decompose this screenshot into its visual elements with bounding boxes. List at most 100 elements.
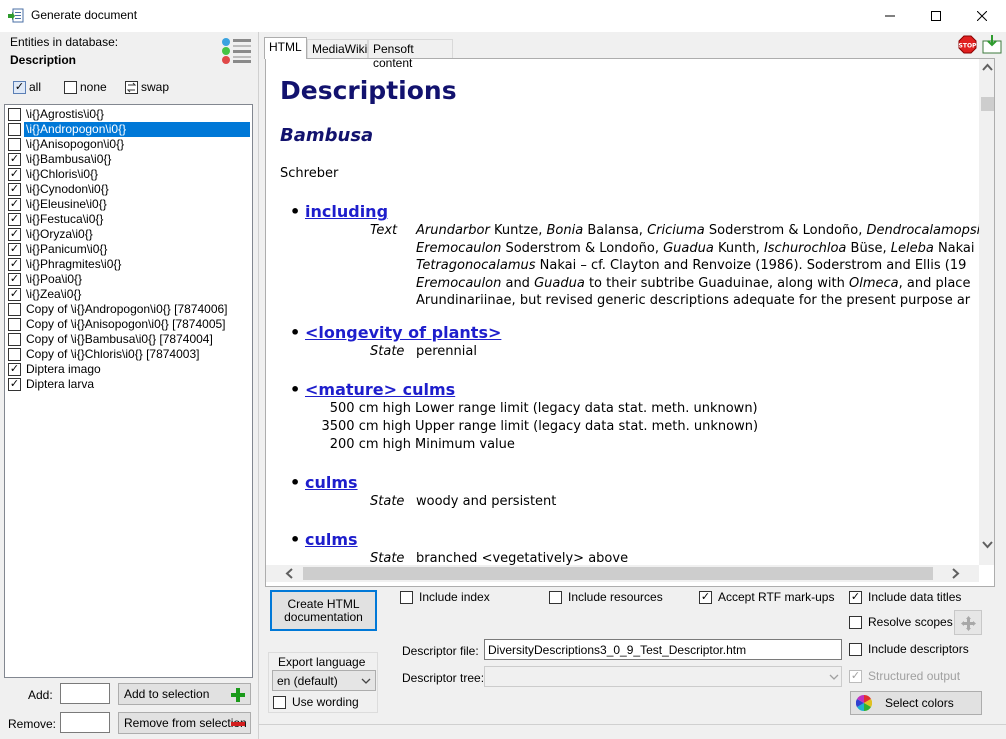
- list-item[interactable]: ✓ \i{}Oryza\i0{}: [7, 227, 251, 242]
- list-item[interactable]: \i{}Anisopogon\i0{}: [7, 137, 251, 152]
- list-item-label: \i{}Poa\i0{}: [26, 272, 83, 286]
- list-item[interactable]: ✓ \i{}Poa\i0{}: [7, 272, 251, 287]
- scroll-up-icon[interactable]: [982, 63, 993, 71]
- list-item-checkbox[interactable]: ✓: [8, 273, 21, 286]
- list-item[interactable]: ✓ \i{}Festuca\i0{}: [7, 212, 251, 227]
- vertical-scroll-thumb[interactable]: [981, 97, 994, 111]
- swap-selection-checkbox[interactable]: swap: [125, 80, 175, 96]
- select-colors-button[interactable]: Select colors: [850, 691, 982, 715]
- descriptor-file-input[interactable]: [484, 639, 842, 660]
- list-item-label: \i{}Chloris\i0{}: [26, 167, 99, 181]
- entity-list[interactable]: \i{}Agrostis\i0{} \i{}Andropogon\i0{} \i{}…: [4, 104, 253, 678]
- maximize-icon: [931, 11, 941, 21]
- add-input[interactable]: [60, 683, 110, 704]
- list-item[interactable]: ✓ Diptera larva: [7, 377, 251, 392]
- remove-input[interactable]: [60, 712, 110, 733]
- list-item-checkbox[interactable]: ✓: [8, 153, 21, 166]
- list-item-checkbox[interactable]: ✓: [8, 183, 21, 196]
- select-all-checkbox[interactable]: ✓ all: [13, 80, 63, 96]
- maximize-button[interactable]: [913, 0, 959, 32]
- add-to-selection-button[interactable]: Add to selection: [118, 683, 251, 705]
- list-item-checkbox[interactable]: ✓: [8, 228, 21, 241]
- tab-mediawiki[interactable]: MediaWiki: [307, 39, 368, 58]
- minimize-icon: [885, 15, 895, 17]
- remove-from-selection-label: Remove from selection: [124, 716, 247, 730]
- list-item[interactable]: ✓ \i{}Zea\i0{}: [7, 287, 251, 302]
- list-item-checkbox[interactable]: ✓: [8, 288, 21, 301]
- structured-output-checkbox[interactable]: ✓ Structured output: [849, 669, 989, 685]
- list-item-checkbox[interactable]: ✓: [8, 168, 21, 181]
- swap-label: swap: [141, 80, 170, 94]
- export-icon[interactable]: [982, 34, 1002, 54]
- list-item[interactable]: ✓ \i{}Eleusine\i0{}: [7, 197, 251, 212]
- remove-from-selection-button[interactable]: Remove from selection: [118, 712, 251, 734]
- include-index-checkbox[interactable]: Include index: [400, 590, 520, 606]
- create-html-button[interactable]: Create HTML documentation: [270, 590, 377, 631]
- list-item-label: \i{}Bambusa\i0{}: [26, 152, 112, 166]
- list-item-checkbox[interactable]: ✓: [8, 213, 21, 226]
- list-item[interactable]: Copy of \i{}Chloris\i0{} [7874003]: [7, 347, 251, 362]
- list-item-checkbox[interactable]: ✓: [8, 198, 21, 211]
- section-heading[interactable]: culms: [305, 473, 358, 492]
- section-heading[interactable]: culms: [305, 530, 358, 549]
- list-item[interactable]: ✓ \i{}Cynodon\i0{}: [7, 182, 251, 197]
- list-item[interactable]: \i{}Agrostis\i0{}: [7, 107, 251, 122]
- list-item-checkbox[interactable]: [8, 138, 21, 151]
- use-wording-checkbox[interactable]: Use wording: [273, 695, 373, 711]
- vertical-scrollbar[interactable]: [979, 59, 994, 565]
- descriptor-tree-select[interactable]: [484, 666, 842, 687]
- list-item[interactable]: \i{}Andropogon\i0{}: [7, 121, 251, 138]
- measure-description: Lower range limit (legacy data stat. met…: [415, 401, 758, 416]
- horizontal-scrollbar[interactable]: [266, 565, 979, 582]
- list-item-checkbox[interactable]: [8, 108, 21, 121]
- list-item-checkbox[interactable]: [8, 303, 21, 316]
- select-none-checkbox[interactable]: none: [64, 80, 114, 96]
- entity-colors-icon[interactable]: [221, 37, 253, 65]
- section-heading[interactable]: including: [305, 202, 388, 221]
- none-label: none: [80, 80, 107, 94]
- minimize-button[interactable]: [867, 0, 913, 32]
- resolve-scopes-checkbox[interactable]: Resolve scopes: [849, 615, 959, 631]
- list-item[interactable]: ✓ \i{}Bambusa\i0{}: [7, 152, 251, 167]
- list-item[interactable]: Copy of \i{}Andropogon\i0{} [7874006]: [7, 302, 251, 317]
- list-item[interactable]: ✓ \i{}Phragmites\i0{}: [7, 257, 251, 272]
- list-item-checkbox[interactable]: ✓: [8, 363, 21, 376]
- tab-html[interactable]: HTML: [264, 37, 307, 59]
- scroll-down-icon[interactable]: [982, 541, 993, 549]
- list-item[interactable]: ✓ \i{}Panicum\i0{}: [7, 242, 251, 257]
- export-language-select[interactable]: en (default): [272, 670, 376, 691]
- list-item[interactable]: ✓ Diptera imago: [7, 362, 251, 377]
- list-item[interactable]: ✓ \i{}Chloris\i0{}: [7, 167, 251, 182]
- list-item-checkbox[interactable]: [8, 123, 21, 136]
- section-heading[interactable]: <longevity of plants>: [305, 323, 501, 342]
- list-item[interactable]: Copy of \i{}Bambusa\i0{} [7874004]: [7, 332, 251, 347]
- list-item-checkbox[interactable]: [8, 348, 21, 361]
- include-data-titles-checkbox[interactable]: ✓ Include data titles: [849, 590, 989, 606]
- scope-settings-button[interactable]: [954, 610, 982, 635]
- scroll-left-icon[interactable]: [285, 568, 293, 579]
- html-preview-pane[interactable]: Descriptions Bambusa Schreber • including Tex…: [265, 58, 995, 587]
- list-item-label: \i{}Cynodon\i0{}: [26, 182, 109, 196]
- list-item-label: \i{}Festuca\i0{}: [26, 212, 104, 226]
- include-resources-checkbox[interactable]: Include resources: [549, 590, 689, 606]
- scroll-right-icon[interactable]: [952, 568, 960, 579]
- list-item-checkbox[interactable]: [8, 333, 21, 346]
- list-item-checkbox[interactable]: ✓: [8, 378, 21, 391]
- horizontal-scroll-thumb[interactable]: [303, 567, 933, 580]
- list-item-checkbox[interactable]: [8, 318, 21, 331]
- include-descriptors-checkbox[interactable]: Include descriptors: [849, 642, 989, 658]
- close-icon: [977, 11, 987, 21]
- tab-pensoft-content[interactable]: Pensoft content: [368, 39, 453, 70]
- list-item[interactable]: Copy of \i{}Anisopogon\i0{} [7874005]: [7, 317, 251, 332]
- none-box: [64, 81, 77, 94]
- section-heading[interactable]: <mature> culms: [305, 380, 455, 399]
- list-item-checkbox[interactable]: ✓: [8, 243, 21, 256]
- select-colors-label: Select colors: [885, 696, 954, 710]
- accept-rtf-checkbox[interactable]: ✓ Accept RTF mark-ups: [699, 590, 839, 606]
- splitter[interactable]: [258, 32, 259, 739]
- include-index-box: [400, 591, 413, 604]
- stop-icon[interactable]: STOP: [958, 35, 977, 54]
- list-item-checkbox[interactable]: ✓: [8, 258, 21, 271]
- close-button[interactable]: [959, 0, 1005, 32]
- all-label: all: [29, 80, 42, 94]
